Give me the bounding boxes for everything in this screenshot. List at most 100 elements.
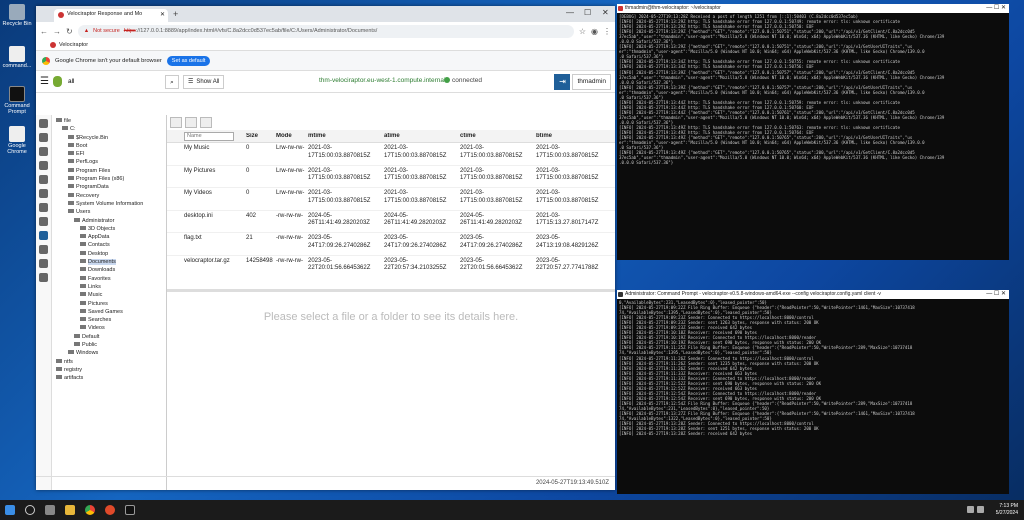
volume-icon[interactable] bbox=[977, 506, 984, 513]
tree-node[interactable]: EFI bbox=[52, 150, 166, 158]
profile-icon[interactable]: ◉ bbox=[591, 27, 598, 36]
set-as-default-button[interactable]: Set as default bbox=[166, 55, 211, 66]
window-controls-icon[interactable]: — ☐ ✕ bbox=[986, 4, 1006, 13]
tree-node[interactable]: System Volume Information bbox=[52, 200, 166, 208]
tree-node[interactable]: Program Files bbox=[52, 167, 166, 175]
collected-artifacts-nav-icon[interactable] bbox=[39, 245, 48, 254]
tree-node[interactable]: Contacts bbox=[52, 241, 166, 249]
tree-node[interactable]: artifacts bbox=[52, 374, 166, 382]
tree-node[interactable]: Default bbox=[52, 333, 166, 341]
velociraptor-logo-icon[interactable] bbox=[52, 76, 62, 87]
close-tab-icon[interactable]: ✕ bbox=[160, 11, 165, 18]
tree-node[interactable]: $Recycle.Bin bbox=[52, 134, 166, 142]
column-header-name[interactable] bbox=[181, 131, 243, 141]
tree-node[interactable]: file bbox=[52, 117, 166, 125]
tree-node[interactable]: PerfLogs bbox=[52, 158, 166, 166]
pane-splitter[interactable] bbox=[167, 289, 615, 292]
table-row[interactable]: desktop.ini 402 -rw-rw-rw- 2024-05-26T11:41… bbox=[167, 211, 615, 233]
tree-node[interactable]: Boot bbox=[52, 142, 166, 150]
reload-icon[interactable]: ↻ bbox=[66, 27, 73, 36]
tree-node[interactable]: Public bbox=[52, 341, 166, 349]
column-header-size[interactable]: Size bbox=[243, 133, 273, 139]
search-icon[interactable]: ⌕ bbox=[164, 74, 179, 89]
username-button[interactable]: thmadmin bbox=[572, 74, 611, 90]
desktop-icon-recycle-bin[interactable]: Recycle Bin bbox=[2, 4, 32, 27]
new-tab-icon[interactable]: + bbox=[173, 9, 178, 19]
tree-node[interactable]: Program Files (x86) bbox=[52, 175, 166, 183]
tree-node[interactable]: Administrator bbox=[52, 217, 166, 225]
forward-icon[interactable]: → bbox=[53, 27, 61, 36]
chrome-taskbar-icon[interactable] bbox=[85, 505, 95, 515]
desktop-icon-command-file[interactable]: command... bbox=[2, 46, 32, 69]
clock[interactable]: 7:13 PM 5/27/2024 bbox=[996, 503, 1018, 516]
tree-node[interactable]: C: bbox=[52, 125, 166, 133]
minimize-icon[interactable]: — bbox=[566, 8, 574, 17]
column-header-mtime[interactable]: mtime bbox=[305, 133, 381, 139]
table-row[interactable]: My Music 0 Lrw-rw-rw- 2021-03-17T15:00:03.8… bbox=[167, 143, 615, 166]
maximize-icon[interactable]: ☐ bbox=[584, 8, 591, 17]
hamburger-menu-icon[interactable]: ☰ bbox=[40, 76, 49, 87]
server-events-nav-icon[interactable] bbox=[39, 161, 48, 170]
tree-node[interactable]: ntfs bbox=[52, 358, 166, 366]
search-icon[interactable] bbox=[25, 505, 35, 515]
client-hostname[interactable]: thm-velociraptor.eu-west-1.compute.inter… bbox=[319, 77, 445, 84]
view-artifacts-nav-icon[interactable] bbox=[39, 147, 48, 156]
network-icon[interactable] bbox=[967, 506, 974, 513]
table-row[interactable]: velocraptor.tar.gz 14258498 -rw-rw-rw- 2023… bbox=[167, 256, 615, 278]
tree-node[interactable]: Searches bbox=[52, 316, 166, 324]
tree-node[interactable]: ProgramData bbox=[52, 183, 166, 191]
client-search-input[interactable] bbox=[65, 74, 161, 89]
recursive-refresh-icon[interactable] bbox=[185, 117, 197, 128]
column-header-atime[interactable]: atime bbox=[381, 133, 457, 139]
tree-node[interactable]: 3D Objects bbox=[52, 225, 166, 233]
column-header-btime[interactable]: btime bbox=[533, 133, 609, 139]
server-artifacts-nav-icon[interactable] bbox=[39, 175, 48, 184]
ubuntu-taskbar-icon[interactable] bbox=[105, 505, 115, 515]
menu-kebab-icon[interactable]: ⋮ bbox=[603, 27, 611, 36]
close-window-icon[interactable]: ✕ bbox=[602, 8, 609, 17]
hunt-nav-icon[interactable] bbox=[39, 133, 48, 142]
tree-node[interactable]: Favorites bbox=[52, 275, 166, 283]
desktop-icon-google-chrome[interactable]: Google Chrome bbox=[2, 126, 32, 155]
tree-node[interactable]: Music bbox=[52, 291, 166, 299]
browser-tab[interactable]: Velociraptor Response and Mo ✕ bbox=[54, 9, 168, 22]
back-icon[interactable]: ← bbox=[40, 27, 48, 36]
table-row[interactable]: flag.txt 21 -rw-rw-rw- 2023-05-24T17:09:26.… bbox=[167, 233, 615, 256]
start-windows-icon[interactable] bbox=[5, 505, 15, 515]
server-terminal-window[interactable]: thmadmin@thm-velociraptor: ~/velocirapto… bbox=[617, 4, 1009, 260]
users-nav-icon[interactable] bbox=[39, 203, 48, 212]
refresh-directory-icon[interactable] bbox=[170, 117, 182, 128]
vfs-nav-icon[interactable] bbox=[39, 231, 48, 240]
file-explorer-icon[interactable] bbox=[65, 505, 75, 515]
address-bar[interactable]: ▲ Not secure https://127.0.0.1:8889/app/… bbox=[77, 24, 574, 38]
client-info-nav-icon[interactable] bbox=[39, 217, 48, 226]
name-filter-input[interactable] bbox=[184, 131, 234, 141]
tree-node[interactable]: Downloads bbox=[52, 266, 166, 274]
tree-node[interactable]: Desktop bbox=[52, 250, 166, 258]
window-controls-icon[interactable]: — ☐ ✕ bbox=[986, 290, 1006, 299]
shell-nav-icon[interactable] bbox=[39, 273, 48, 282]
show-all-button[interactable]: ☰ Show All bbox=[182, 74, 225, 89]
desktop-icon-command-prompt[interactable]: Command Prompt bbox=[2, 86, 32, 115]
tree-node[interactable]: Recovery bbox=[52, 192, 166, 200]
tree-node[interactable]: Videos bbox=[52, 324, 166, 332]
recursive-download-icon[interactable] bbox=[200, 117, 212, 128]
table-row[interactable]: My Pictures 0 Lrw-rw-rw- 2021-03-17T15:00:0… bbox=[167, 166, 615, 188]
notebooks-nav-icon[interactable] bbox=[39, 189, 48, 198]
cmd-taskbar-icon[interactable] bbox=[125, 505, 135, 515]
tree-node[interactable]: Links bbox=[52, 283, 166, 291]
client-command-prompt-window[interactable]: Administrator: Command Prompt - velocira… bbox=[617, 290, 1009, 494]
table-row[interactable]: My Videos 0 Lrw-rw-rw- 2021-03-17T15:00:03.… bbox=[167, 188, 615, 211]
tree-node[interactable]: Documents bbox=[52, 258, 166, 266]
tree-node[interactable]: Pictures bbox=[52, 300, 166, 308]
tree-node[interactable]: AppData bbox=[52, 233, 166, 241]
logout-icon[interactable]: ⇥ bbox=[554, 74, 571, 90]
column-header-mode[interactable]: Mode bbox=[273, 133, 305, 139]
tree-node[interactable]: registry bbox=[52, 366, 166, 374]
task-view-icon[interactable] bbox=[45, 505, 55, 515]
bookmark-velociraptor[interactable]: Velociraptor bbox=[59, 42, 88, 48]
tree-node[interactable]: Users bbox=[52, 208, 166, 216]
bookmark-star-icon[interactable]: ☆ bbox=[579, 27, 586, 36]
client-events-nav-icon[interactable] bbox=[39, 259, 48, 268]
column-header-ctime[interactable]: ctime bbox=[457, 133, 533, 139]
